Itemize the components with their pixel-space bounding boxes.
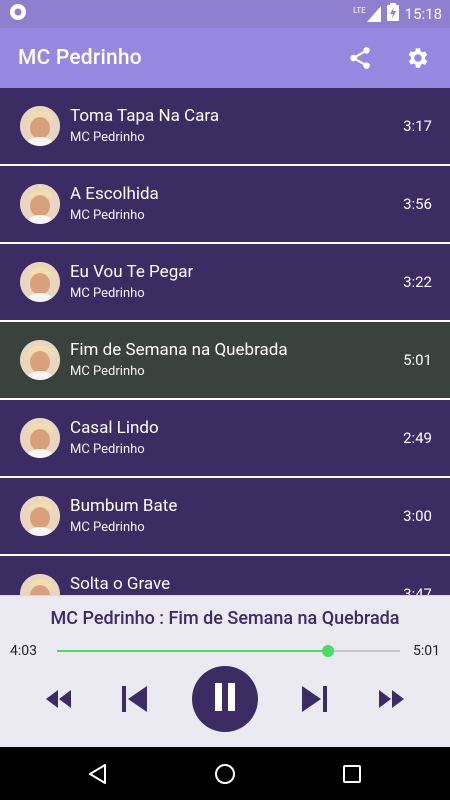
fast-forward-icon[interactable]	[376, 687, 406, 711]
song-duration: 3:17	[403, 117, 432, 135]
player-panel: MC Pedrinho : Fim de Semana na Quebrada …	[0, 595, 450, 747]
network-type: LTE	[353, 6, 366, 15]
total-time: 5:01	[413, 643, 440, 659]
song-title: Toma Tapa Na Cara	[70, 106, 220, 126]
next-icon[interactable]	[298, 682, 332, 716]
artist-avatar	[20, 106, 60, 146]
song-duration: 3:22	[403, 273, 432, 291]
song-row[interactable]: Bumbum Bate MC Pedrinho 3:00	[0, 478, 450, 554]
artist-avatar	[20, 340, 60, 380]
seek-bar-fill	[57, 650, 328, 652]
settings-icon[interactable]	[404, 44, 432, 72]
song-duration: 3:47	[403, 585, 432, 595]
artist-avatar	[20, 262, 60, 302]
song-artist: MC Pedrinho	[70, 286, 145, 301]
song-row[interactable]: Eu Vou Te Pegar MC Pedrinho 3:22	[0, 244, 450, 320]
now-playing-title: MC Pedrinho : Fim de Semana na Quebrada	[50, 608, 400, 629]
elapsed-time: 4:03	[10, 643, 37, 659]
song-artist: MC Pedrinho	[70, 208, 145, 223]
artist-avatar	[20, 574, 60, 595]
progress-row: 4:03 5:01	[0, 640, 450, 662]
rewind-icon[interactable]	[44, 687, 74, 711]
song-title: Eu Vou Te Pegar	[70, 262, 194, 282]
song-duration: 2:49	[403, 429, 432, 447]
system-nav-bar	[0, 748, 450, 800]
pause-button[interactable]	[192, 666, 258, 732]
previous-icon[interactable]	[117, 682, 151, 716]
song-duration: 5:01	[403, 351, 432, 369]
recents-icon[interactable]	[340, 762, 364, 786]
pause-icon	[213, 683, 237, 715]
battery-icon	[386, 3, 399, 25]
song-title: Casal Lindo	[70, 418, 159, 438]
song-title: Fim de Semana na Quebrada	[70, 340, 288, 360]
artist-avatar	[20, 418, 60, 458]
song-artist: MC Pedrinho	[70, 520, 145, 535]
song-title: Bumbum Bate	[70, 496, 178, 516]
signal-icon: LTE	[353, 6, 381, 22]
player-controls	[0, 666, 450, 732]
app-bar: MC Pedrinho	[0, 28, 450, 88]
back-icon[interactable]	[86, 762, 110, 786]
record-icon	[8, 2, 28, 26]
home-icon[interactable]	[213, 762, 237, 786]
song-title: Solta o Grave	[70, 574, 171, 594]
clock: 15:18	[404, 5, 442, 23]
status-bar: LTE 15:18	[0, 0, 450, 28]
song-artist: MC Pedrinho	[70, 364, 145, 379]
song-artist: MC Pedrinho	[70, 130, 145, 145]
song-row[interactable]: Fim de Semana na Quebrada MC Pedrinho 5:01	[0, 322, 450, 398]
song-row[interactable]: Solta o GraveMC Pedrinho3:47	[0, 556, 450, 595]
song-list[interactable]: Toma Tapa Na Cara MC Pedrinho 3:17 A Escolh…	[0, 88, 450, 595]
song-duration: 3:00	[403, 507, 432, 525]
song-title: A Escolhida	[70, 184, 159, 204]
artist-avatar	[20, 496, 60, 536]
seek-bar-thumb[interactable]	[321, 645, 334, 657]
artist-avatar	[20, 184, 60, 224]
song-row[interactable]: Toma Tapa Na Cara MC Pedrinho 3:17	[0, 88, 450, 164]
song-row[interactable]: A Escolhida MC Pedrinho 3:56	[0, 166, 450, 242]
song-duration: 3:56	[403, 195, 432, 213]
song-row[interactable]: Casal Lindo MC Pedrinho 2:49	[0, 400, 450, 476]
seek-bar[interactable]	[57, 645, 400, 657]
share-icon[interactable]	[346, 44, 374, 72]
page-title: MC Pedrinho	[18, 46, 142, 70]
song-artist: MC Pedrinho	[70, 442, 145, 457]
